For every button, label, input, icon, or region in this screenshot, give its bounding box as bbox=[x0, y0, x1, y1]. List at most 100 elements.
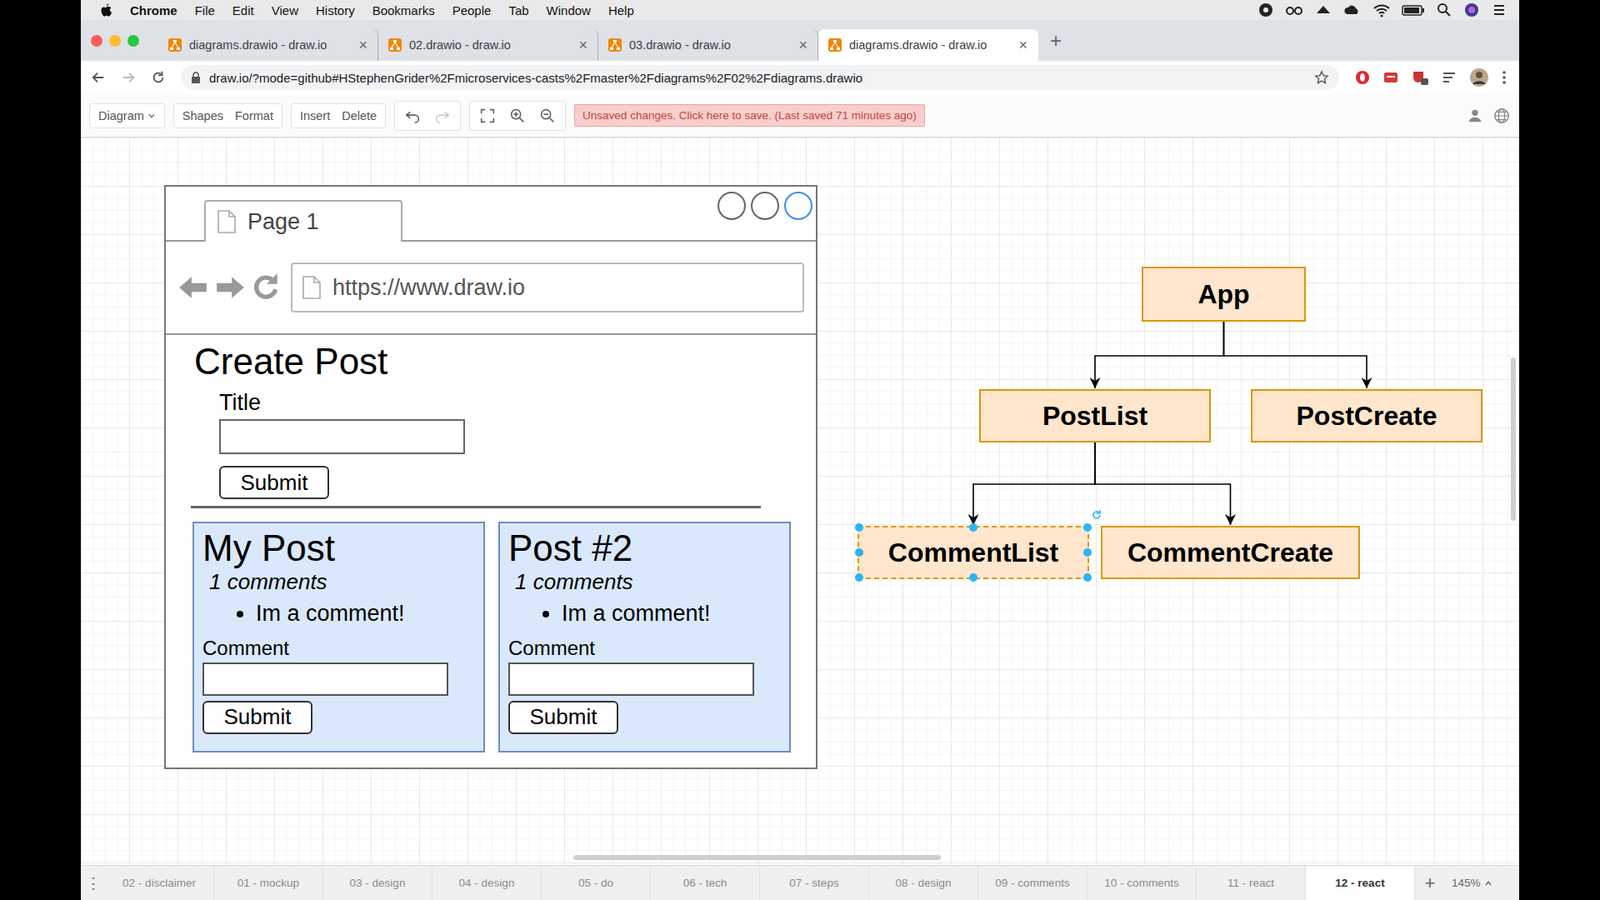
resize-handle[interactable] bbox=[1083, 573, 1092, 582]
cloud-icon[interactable] bbox=[1343, 1, 1362, 19]
chrome-menu-icon[interactable] bbox=[1500, 69, 1508, 86]
resize-handle[interactable] bbox=[1083, 523, 1092, 532]
page-tab[interactable]: 09 - comments bbox=[978, 865, 1088, 900]
vertical-scrollbar[interactable] bbox=[1510, 357, 1516, 521]
new-tab-button[interactable]: + bbox=[1050, 29, 1062, 53]
menu-item[interactable]: File bbox=[195, 3, 215, 18]
menu-item[interactable]: Bookmarks bbox=[372, 3, 435, 18]
back-arrow-icon[interactable] bbox=[90, 70, 106, 85]
close-tab-button[interactable]: × bbox=[798, 36, 808, 55]
browser-tab[interactable]: diagrams.drawio - draw.io × bbox=[818, 29, 1039, 61]
comment-input bbox=[202, 662, 449, 696]
reload-icon[interactable] bbox=[150, 70, 166, 85]
resize-handle[interactable] bbox=[1083, 548, 1092, 557]
resize-handle[interactable] bbox=[855, 523, 864, 532]
glasses-icon[interactable] bbox=[1285, 1, 1304, 19]
page-tab[interactable]: 05 - do bbox=[541, 865, 651, 900]
lock-icon[interactable] bbox=[190, 71, 201, 84]
rocket-icon[interactable] bbox=[1314, 1, 1333, 19]
browser-tab-title: diagrams.drawio - draw.io bbox=[189, 38, 351, 52]
url-text: draw.io/?mode=github#HStephenGrider%2Fmi… bbox=[209, 70, 1306, 85]
browser-tab[interactable]: 02.drawio - draw.io × bbox=[378, 29, 599, 61]
menu-item[interactable]: View bbox=[271, 3, 299, 18]
profile-avatar-icon[interactable] bbox=[1469, 67, 1490, 88]
menu-item[interactable]: Edit bbox=[232, 3, 255, 18]
menu-item[interactable]: Window bbox=[546, 3, 591, 18]
minimize-window-button[interactable] bbox=[109, 35, 121, 47]
menu-item[interactable]: Tab bbox=[508, 3, 529, 18]
menu-item[interactable]: History bbox=[315, 3, 355, 18]
page-tab[interactable]: 02 - disclaimer bbox=[105, 865, 215, 900]
post-title: My Post bbox=[202, 528, 335, 569]
redo-icon[interactable] bbox=[433, 106, 452, 125]
diagram-node[interactable]: CommentCreate bbox=[1100, 525, 1360, 580]
menu-item[interactable]: People bbox=[452, 3, 492, 18]
page-tab[interactable]: 11 - react bbox=[1196, 865, 1306, 900]
zoom-in-icon[interactable] bbox=[508, 106, 527, 125]
toolbar-button[interactable]: Format bbox=[235, 109, 274, 123]
diagram-node[interactable]: App bbox=[1141, 266, 1306, 322]
zoom-out-icon[interactable] bbox=[538, 106, 557, 125]
diagram-canvas[interactable]: Page 1 https://www.draw.io Create Post T… bbox=[80, 137, 1520, 865]
page-tab[interactable]: 08 - design bbox=[869, 865, 979, 900]
resize-handle[interactable] bbox=[969, 573, 978, 582]
unsaved-changes-banner[interactable]: Unsaved changes. Click here to save. (La… bbox=[574, 104, 925, 127]
rotate-handle-icon[interactable] bbox=[1090, 509, 1103, 521]
horizontal-scrollbar[interactable] bbox=[573, 855, 941, 860]
page-tab[interactable]: 03 - design bbox=[323, 865, 433, 900]
edge[interactable] bbox=[973, 442, 1095, 525]
toolbar-button[interactable]: Insert bbox=[300, 109, 330, 123]
toolbar-button[interactable]: Diagram bbox=[98, 109, 156, 123]
browser-tab[interactable]: diagrams.drawio - draw.io × bbox=[158, 29, 379, 61]
edge[interactable] bbox=[1224, 321, 1368, 389]
bookmark-star-icon[interactable] bbox=[1314, 70, 1330, 85]
edge[interactable] bbox=[1095, 321, 1225, 389]
close-tab-button[interactable]: × bbox=[1018, 36, 1028, 55]
siri-icon[interactable] bbox=[1463, 1, 1480, 19]
browser-mockup[interactable]: Page 1 https://www.draw.io Create Post T… bbox=[164, 185, 818, 770]
close-window-button[interactable] bbox=[90, 35, 103, 47]
shield-extension-icon[interactable] bbox=[1410, 69, 1430, 86]
forward-arrow-icon[interactable] bbox=[120, 70, 136, 85]
toolbar-button[interactable]: Shapes bbox=[182, 109, 224, 123]
page-tab[interactable]: 01 - mockup bbox=[214, 865, 324, 900]
close-tab-button[interactable]: × bbox=[358, 36, 368, 55]
search-icon[interactable] bbox=[1435, 1, 1453, 19]
resize-handle[interactable] bbox=[855, 548, 864, 557]
toolbar-button[interactable]: Delete bbox=[341, 109, 377, 123]
close-tab-button[interactable]: × bbox=[578, 36, 588, 55]
resize-handle[interactable] bbox=[855, 573, 864, 582]
resize-handle[interactable] bbox=[969, 523, 978, 532]
add-page-button[interactable]: + bbox=[1415, 865, 1445, 900]
browser-tab[interactable]: 03.drawio - draw.io × bbox=[598, 29, 819, 61]
reader-extension-icon[interactable] bbox=[1440, 69, 1458, 86]
apple-icon[interactable] bbox=[99, 2, 113, 19]
toolbar-group: Shapes Format bbox=[173, 103, 283, 129]
menu-app-name[interactable]: Chrome bbox=[130, 3, 178, 18]
page-tab[interactable]: 07 - steps bbox=[760, 865, 870, 900]
wifi-icon[interactable] bbox=[1372, 1, 1391, 19]
page-tab[interactable]: 06 - tech bbox=[650, 865, 760, 900]
globe-icon[interactable] bbox=[1492, 106, 1511, 125]
diagram-node[interactable]: PostList bbox=[979, 389, 1211, 443]
node-label: PostCreate bbox=[1296, 400, 1438, 432]
omnibox[interactable]: draw.io/?mode=github#HStephenGrider%2Fmi… bbox=[180, 65, 1340, 90]
edge[interactable] bbox=[1095, 442, 1231, 525]
diagram-node[interactable]: PostCreate bbox=[1250, 389, 1483, 443]
user-icon[interactable] bbox=[1465, 106, 1485, 125]
zoom-level[interactable]: 145% bbox=[1445, 865, 1500, 900]
page-tab[interactable]: 10 - comments bbox=[1087, 865, 1197, 900]
page-tab[interactable]: 04 - design bbox=[432, 865, 542, 900]
fullscreen-icon[interactable] bbox=[478, 106, 497, 125]
diagram-node[interactable]: CommentList bbox=[857, 525, 1090, 580]
opera-extension-icon[interactable] bbox=[1354, 69, 1371, 86]
pages-menu-button[interactable]: ⋮ bbox=[80, 865, 105, 900]
app-status-icon[interactable] bbox=[1257, 1, 1275, 19]
battery-icon[interactable] bbox=[1401, 1, 1425, 19]
zoom-window-button[interactable] bbox=[127, 35, 140, 47]
notifications-icon[interactable] bbox=[1490, 1, 1508, 19]
undo-icon[interactable] bbox=[403, 106, 422, 125]
menu-item[interactable]: Help bbox=[608, 3, 635, 18]
red-extension-icon[interactable] bbox=[1382, 69, 1400, 86]
page-tab[interactable]: 12 - react bbox=[1305, 865, 1415, 900]
